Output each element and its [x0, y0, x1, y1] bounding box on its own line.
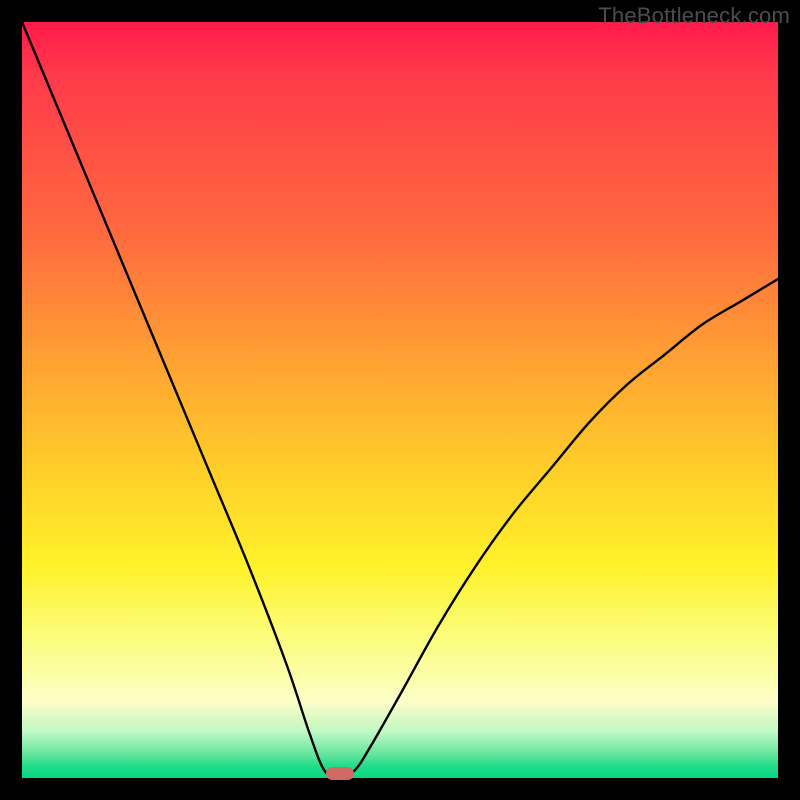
- watermark-text: TheBottleneck.com: [598, 3, 790, 29]
- chart-frame: [22, 22, 778, 778]
- bottleneck-curve: [22, 22, 778, 778]
- minimum-marker: [326, 767, 354, 780]
